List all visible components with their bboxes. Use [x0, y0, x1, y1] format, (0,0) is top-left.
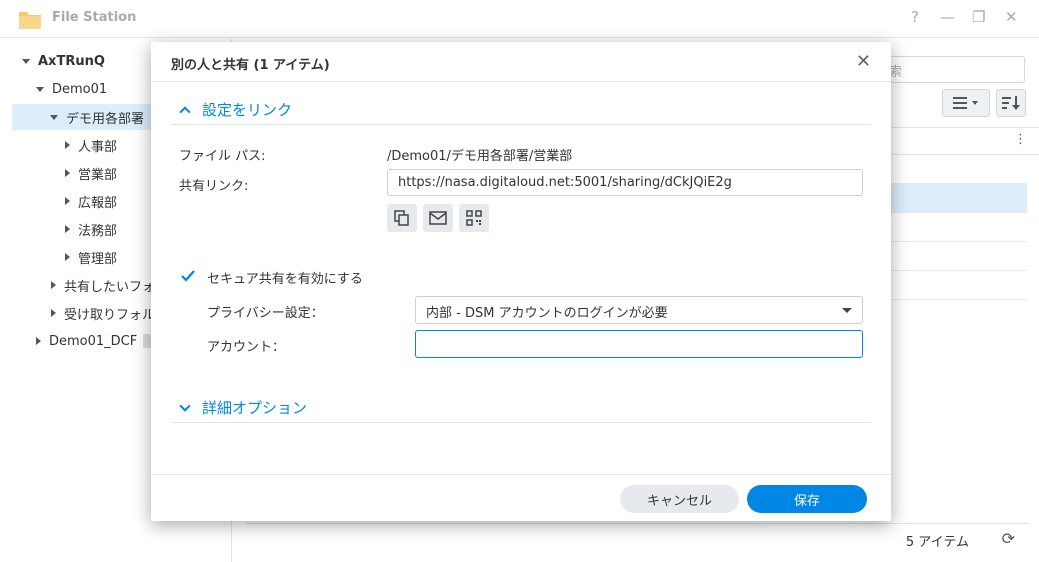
status-bar: 5 アイテム ⟳	[246, 523, 1029, 553]
section-title: 設定をリンク	[202, 101, 293, 119]
tree-item-shared[interactable]: 共有したいフォ	[51, 272, 155, 298]
chevron-right-icon[interactable]	[65, 253, 70, 261]
window-titlebar: File Station ? — ❐ ✕	[0, 0, 1039, 38]
list-header: ⋮	[887, 127, 1039, 155]
tree-item-demo01[interactable]: Demo01	[36, 76, 107, 102]
list-view-icon	[953, 97, 978, 109]
tree-item-label: 法務部	[78, 223, 118, 239]
list-item[interactable]	[887, 184, 1027, 213]
dialog-header: 別の人と共有 (1 アイテム) ✕	[151, 42, 891, 82]
link-settings-section[interactable]: 設定をリンク	[171, 95, 871, 125]
copy-link-button[interactable]	[387, 204, 417, 232]
chevron-right-icon[interactable]	[65, 225, 70, 233]
tree-item-label: 人事部	[78, 139, 118, 155]
chevron-right-icon[interactable]	[36, 337, 41, 345]
app-title: File Station	[52, 10, 137, 25]
chevron-up-icon	[179, 106, 191, 118]
list-item[interactable]	[887, 155, 1027, 184]
item-count: 5 アイテム	[905, 535, 969, 550]
privacy-label: プライバシー設定：	[207, 306, 324, 321]
list-item[interactable]	[887, 213, 1027, 242]
chevron-down-icon[interactable]	[36, 86, 44, 92]
dialog-footer: キャンセル 保存	[151, 474, 891, 521]
copy-icon	[394, 210, 409, 226]
tree-item-pr[interactable]: 広報部	[65, 188, 117, 214]
secure-share-label: セキュア共有を有効にする	[207, 272, 363, 287]
tree-item-label: デモ用各部署	[66, 111, 145, 127]
list-item[interactable]	[887, 271, 1027, 300]
chevron-right-icon[interactable]	[51, 281, 56, 289]
list-item[interactable]	[887, 242, 1027, 271]
secure-share-checkbox[interactable]	[180, 268, 196, 284]
advanced-options-section[interactable]: 詳細オプション	[171, 393, 871, 423]
chevron-right-icon[interactable]	[65, 169, 70, 177]
tree-item-label: 広報部	[78, 195, 118, 211]
mail-icon	[429, 211, 447, 225]
sort-button[interactable]	[996, 89, 1026, 117]
tree-item-label: Demo01_DCF	[49, 333, 138, 349]
file-path-label: ファイル パス:	[179, 149, 266, 164]
help-icon[interactable]: ?	[911, 8, 919, 26]
tree-item-admin[interactable]: 管理部	[65, 244, 117, 270]
qr-code-icon	[466, 210, 482, 226]
tree-item-label: 受け取りフォル	[64, 307, 156, 323]
file-path-value: /Demo01/デモ用各部署/営業部	[387, 149, 573, 164]
share-link-field[interactable]: https://nasa.digitaloud.net:5001/sharing…	[387, 169, 863, 196]
tree-item-label: 管理部	[78, 251, 118, 267]
close-icon[interactable]: ✕	[1005, 8, 1018, 26]
cancel-button[interactable]: キャンセル	[620, 485, 739, 513]
tree-item-label: Demo01	[52, 81, 108, 97]
sort-icon	[1002, 96, 1020, 110]
dialog-title: 別の人と共有 (1 アイテム)	[171, 58, 330, 73]
account-label: アカウント：	[207, 340, 286, 355]
minimize-icon[interactable]: —	[940, 8, 955, 26]
share-dialog: 別の人と共有 (1 アイテム) ✕ 設定をリンク ファイル パス: /Demo0…	[151, 42, 891, 521]
more-icon[interactable]: ⋮	[1014, 132, 1027, 147]
tree-item-label: 営業部	[78, 167, 118, 183]
tree-root-label: AxTRunQ	[38, 53, 105, 69]
privacy-select[interactable]: 内部 - DSM アカウントのログインが必要	[415, 296, 863, 324]
tree-item-receive[interactable]: 受け取りフォル	[51, 300, 155, 326]
list-view-button[interactable]	[942, 89, 990, 117]
close-icon[interactable]: ✕	[856, 51, 871, 72]
tree-item-demo01-dcf[interactable]: Demo01_DCF	[36, 328, 152, 354]
tree-item-sales[interactable]: 営業部	[65, 160, 117, 186]
tree-item-legal[interactable]: 法務部	[65, 216, 117, 242]
chevron-down-icon[interactable]	[50, 114, 58, 120]
privacy-select-value: 内部 - DSM アカウントのログインが必要	[426, 306, 668, 321]
save-button[interactable]: 保存	[747, 485, 867, 513]
chevron-down-icon[interactable]	[22, 58, 30, 64]
search-input[interactable]: 索	[882, 56, 1025, 83]
section-title: 詳細オプション	[202, 399, 308, 417]
maximize-icon[interactable]: ❐	[972, 8, 985, 26]
qr-code-button[interactable]	[459, 204, 489, 232]
tree-item-hr[interactable]: 人事部	[65, 132, 117, 158]
folder-icon	[19, 12, 41, 29]
email-link-button[interactable]	[423, 204, 453, 232]
tree-root[interactable]: AxTRunQ	[22, 48, 105, 74]
chevron-right-icon[interactable]	[65, 197, 70, 205]
account-field[interactable]	[415, 330, 863, 358]
share-link-label: 共有リンク:	[179, 179, 249, 194]
chevron-down-icon	[842, 308, 852, 313]
tree-item-label: 共有したいフォ	[64, 279, 156, 295]
chevron-right-icon[interactable]	[51, 309, 56, 317]
chevron-down-icon	[179, 399, 191, 412]
chevron-right-icon[interactable]	[65, 141, 70, 149]
refresh-icon[interactable]: ⟳	[1002, 529, 1015, 548]
